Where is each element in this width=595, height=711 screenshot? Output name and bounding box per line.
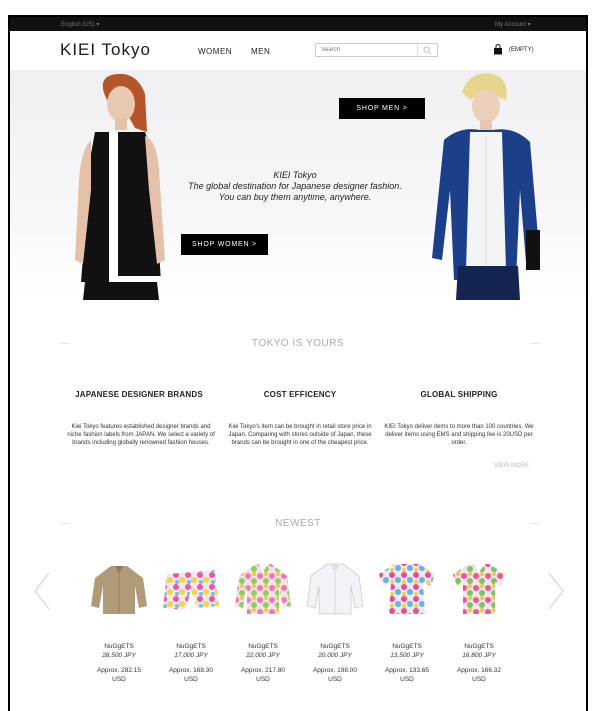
nav-men[interactable]: MEN bbox=[251, 47, 270, 56]
product-price: 28,500 JPY bbox=[102, 652, 136, 659]
product-brand: NuGgETS bbox=[104, 643, 134, 650]
shopping-bag-icon bbox=[494, 44, 502, 55]
hero-tagline: KIEI Tokyo The global destination for Ja… bbox=[140, 170, 450, 203]
feature-title-shipping: GLOBAL SHIPPING bbox=[420, 390, 498, 399]
carousel-next-arrow-icon[interactable] bbox=[547, 572, 565, 610]
product-thumbnail-print-shirt bbox=[235, 564, 291, 614]
view-more-link[interactable]: VIEW MORE bbox=[494, 463, 529, 469]
product-thumbnail-print-tee bbox=[379, 564, 435, 614]
hero-banner: KIEI Tokyo The global destination for Ja… bbox=[10, 70, 586, 300]
nav-women[interactable]: WOMEN bbox=[198, 47, 232, 56]
top-utility-bar: English (US) ▾ My Account ▾ bbox=[10, 17, 586, 31]
product-price: 22,000 JPY bbox=[246, 652, 280, 659]
product-brand: NuGgETS bbox=[248, 643, 278, 650]
language-selector[interactable]: English (US) ▾ bbox=[61, 21, 99, 28]
product-brand: NuGgETS bbox=[320, 643, 350, 650]
feature-body-shipping: KIEI Tokyo deliver items to more than 10… bbox=[384, 424, 534, 446]
product-thumbnail-print-shorts bbox=[163, 570, 219, 610]
hero-subline: You can buy them anytime, anywhere. bbox=[218, 192, 372, 202]
browser-frame: English (US) ▾ My Account ▾ KIEI Tokyo W… bbox=[8, 15, 588, 711]
product-thumbnail-khaki-shirt bbox=[91, 566, 147, 614]
my-account-menu[interactable]: My Account ▾ bbox=[495, 21, 531, 28]
cart-status: (EMPTY) bbox=[509, 47, 534, 53]
search-button[interactable] bbox=[417, 44, 437, 56]
feature-body-cost: Kiei Tokyo's item can be brought in reta… bbox=[228, 424, 372, 446]
newest-heading: NEWEST bbox=[275, 518, 321, 529]
product-approx-price: Approx. 168.30 bbox=[168, 667, 214, 674]
product-brand: NuGgETS bbox=[464, 643, 494, 650]
product-approx-price: Approx. 133.65 bbox=[384, 667, 430, 674]
product-brand: NuGgETS bbox=[392, 643, 422, 650]
product-approx-price: Approx. 217.80 bbox=[240, 667, 286, 674]
hero-tagline-line: The global destination for Japanese desi… bbox=[188, 181, 402, 191]
search-box bbox=[315, 43, 438, 57]
product-approx-price: Approx. 198.00 bbox=[312, 667, 358, 674]
product-currency: USD bbox=[400, 676, 414, 683]
site-header: KIEI Tokyo WOMEN MEN (EMPTY) bbox=[10, 31, 586, 70]
product-price: 16,800 JPY bbox=[462, 652, 496, 659]
product-currency: USD bbox=[184, 676, 198, 683]
search-input[interactable] bbox=[316, 44, 416, 56]
search-icon bbox=[423, 46, 432, 55]
product-thumbnail-white-shirt bbox=[306, 563, 364, 615]
product-currency: USD bbox=[112, 676, 126, 683]
product-thumbnail-print-short-sleeve-shirt bbox=[453, 564, 505, 614]
shop-women-button[interactable]: SHOP WOMEN > bbox=[181, 234, 268, 255]
tokyo-is-yours-heading: TOKYO IS YOURS bbox=[251, 338, 345, 349]
product-currency: USD bbox=[256, 676, 270, 683]
product-brand: NuGgETS bbox=[176, 643, 206, 650]
site-logo[interactable]: KIEI Tokyo bbox=[60, 40, 151, 60]
carousel-prev-arrow-icon[interactable] bbox=[33, 572, 51, 610]
product-approx-price: Approx. 282.15 bbox=[96, 667, 142, 674]
shop-men-button[interactable]: SHOP MEN > bbox=[339, 98, 425, 119]
product-price: 13,500 JPY bbox=[390, 652, 424, 659]
product-approx-price: Approx. 166.32 bbox=[456, 667, 502, 674]
product-currency: USD bbox=[472, 676, 486, 683]
feature-title-brands: JAPANESE DESIGNER BRANDS bbox=[75, 390, 203, 399]
product-currency: USD bbox=[328, 676, 342, 683]
feature-title-cost: COST EFFICENCY bbox=[263, 390, 337, 399]
product-price: 20,000 JPY bbox=[318, 652, 352, 659]
product-price: 17,000 JPY bbox=[174, 652, 208, 659]
hero-title: KIEI Tokyo bbox=[273, 170, 317, 180]
feature-body-brands: Kiei Tokyo features established designer… bbox=[67, 424, 215, 446]
